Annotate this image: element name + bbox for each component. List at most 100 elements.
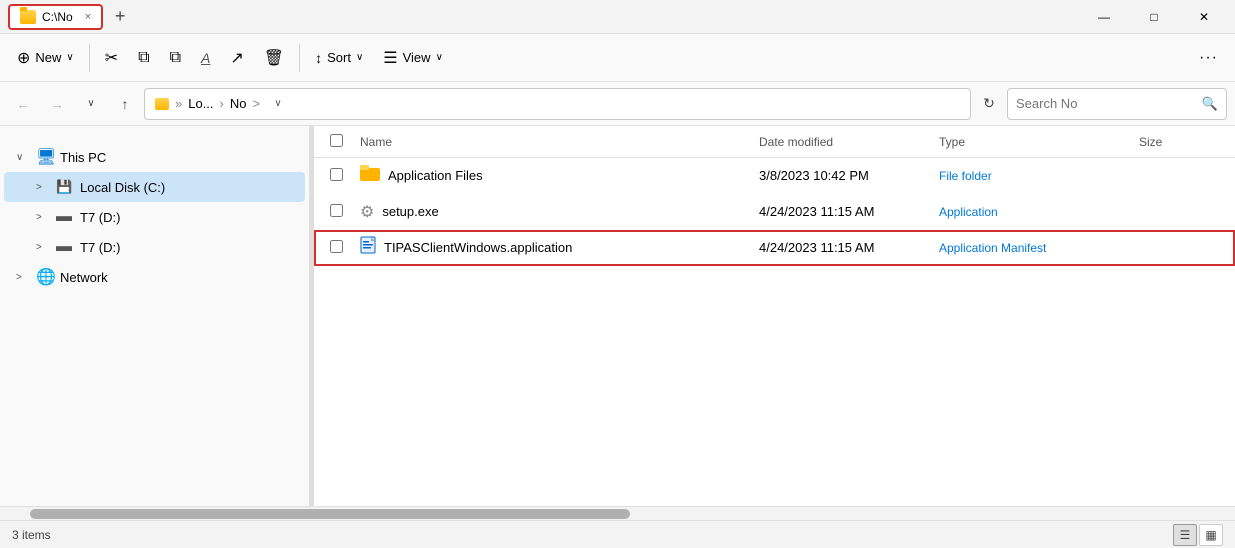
active-tab[interactable]: C:\No × (8, 4, 103, 30)
sidebar-item-t7d[interactable]: >▬T7 (D:) (4, 232, 305, 262)
address-current: No (230, 96, 247, 111)
item-label: T7 (D:) (80, 240, 120, 255)
sidebar-item-localdiskc[interactable]: >💾Local Disk (C:) (4, 172, 305, 202)
file-checkbox[interactable] (330, 240, 343, 253)
file-date: 3/8/2023 10:42 PM (759, 168, 939, 183)
expander-icon: > (16, 272, 30, 283)
file-name-cell: Application Files (360, 165, 759, 186)
search-input[interactable] (1016, 96, 1196, 111)
item-label: T7 (D:) (80, 210, 120, 225)
table-row[interactable]: TIPASClientWindows.application4/24/2023 … (314, 230, 1235, 266)
sidebar-item-network[interactable]: > 🌐 Network (4, 262, 305, 292)
forward-button[interactable]: → (42, 89, 72, 119)
file-name: Application Files (388, 168, 759, 183)
back-button[interactable]: ← (8, 89, 38, 119)
header-checkbox[interactable] (330, 134, 360, 150)
minimize-button[interactable]: — (1081, 2, 1127, 32)
file-checkbox[interactable] (330, 204, 343, 217)
expander-icon: > (36, 212, 50, 223)
main-area: ∨🖥This PC>💾Local Disk (C:)>▬T7 (D:)>▬T7 … (0, 126, 1235, 506)
share-button[interactable]: ↗ (221, 42, 252, 74)
address-folder-icon (155, 98, 169, 110)
item-icon: 🌐 (36, 267, 54, 287)
header-size[interactable]: Size (1139, 135, 1219, 149)
tab-label: C:\No (42, 10, 73, 24)
cut-icon: ✂ (105, 48, 118, 68)
file-name: TIPASClientWindows.application (384, 240, 759, 255)
item-icon: 💾 (56, 179, 74, 195)
up-button[interactable]: ↑ (110, 89, 140, 119)
row-checkbox[interactable] (330, 240, 360, 256)
delete-button[interactable]: 🗑 (255, 42, 293, 74)
nav-bar: ← → ∨ ↑ » Lo... › No > ∨ ↻ 🔍 (0, 82, 1235, 126)
paste-icon: ⧉ (170, 49, 181, 67)
sort-button[interactable]: ↕ Sort ∨ (306, 44, 372, 72)
list-view-button[interactable]: ☰ (1173, 524, 1197, 546)
table-row[interactable]: Application Files3/8/2023 10:42 PMFile f… (314, 158, 1235, 194)
sidebar-item-thispc[interactable]: ∨ 🖥 This PC (4, 142, 305, 172)
items-count: 3 items (12, 528, 51, 542)
file-icon: ⚙ (360, 202, 374, 222)
chevron-down-icon: ∨ (274, 98, 281, 109)
header-name[interactable]: Name (360, 135, 759, 149)
grid-view-button[interactable]: ▦ (1199, 524, 1223, 546)
new-chevron: ∨ (66, 52, 73, 63)
address-dropdown[interactable]: ∨ (268, 94, 288, 114)
search-box[interactable]: 🔍 (1007, 88, 1227, 120)
tab-close-button[interactable]: × (85, 11, 91, 23)
new-label: New (35, 50, 61, 65)
view-button[interactable]: ☰ View ∨ (374, 42, 452, 74)
sidebar-item-t7d[interactable]: >▬T7 (D:) (4, 202, 305, 232)
expander-icon: ∨ (16, 152, 30, 163)
new-icon: ⊕ (17, 48, 30, 68)
rename-button[interactable]: A (192, 44, 219, 72)
new-tab-button[interactable]: + (107, 4, 133, 30)
view-chevron: ∨ (436, 52, 443, 63)
file-name-cell: ⚙ setup.exe (360, 202, 759, 222)
new-button[interactable]: ⊕ New ∨ (8, 42, 83, 74)
file-name-cell: TIPASClientWindows.application (360, 236, 759, 259)
file-type: File folder (939, 169, 1139, 183)
close-button[interactable]: ✕ (1181, 2, 1227, 32)
item-label: Network (60, 270, 108, 285)
refresh-button[interactable]: ↻ (975, 90, 1003, 118)
table-row[interactable]: ⚙setup.exe4/24/2023 11:15 AMApplication (314, 194, 1235, 230)
select-all-checkbox[interactable] (330, 134, 343, 147)
separator-2 (299, 44, 300, 72)
recent-locations-button[interactable]: ∨ (76, 89, 106, 119)
expander-icon: > (36, 242, 50, 253)
sort-icon: ↕ (315, 50, 322, 66)
file-rows: Application Files3/8/2023 10:42 PMFile f… (314, 158, 1235, 266)
paste-button[interactable]: ⧉ (161, 43, 190, 73)
window-controls: — □ ✕ (1081, 2, 1227, 32)
item-icon: 🖥 (36, 147, 54, 167)
grid-view-icon: ▦ (1205, 528, 1216, 542)
cut-button[interactable]: ✂ (96, 42, 127, 74)
row-checkbox[interactable] (330, 204, 360, 220)
file-area: Name Date modified Type Size Application… (314, 126, 1235, 506)
file-name: setup.exe (382, 204, 759, 219)
address-bar[interactable]: » Lo... › No > ∨ (144, 88, 971, 120)
maximize-button[interactable]: □ (1131, 2, 1177, 32)
share-icon: ↗ (230, 48, 243, 68)
sidebar: ∨🖥This PC>💾Local Disk (C:)>▬T7 (D:)>▬T7 … (0, 126, 310, 506)
header-type[interactable]: Type (939, 135, 1139, 149)
delete-icon: 🗑 (264, 48, 284, 68)
up-icon: ↑ (122, 96, 129, 112)
file-checkbox[interactable] (330, 168, 343, 181)
refresh-icon: ↻ (983, 95, 995, 112)
address-gt: > (253, 96, 261, 111)
item-label: This PC (60, 150, 106, 165)
file-type: Application Manifest (939, 241, 1139, 255)
horizontal-scrollbar[interactable] (0, 506, 1235, 520)
expander-icon: > (36, 182, 50, 193)
more-button[interactable]: ··· (1190, 43, 1227, 73)
sidebar-items: ∨🖥This PC>💾Local Disk (C:)>▬T7 (D:)>▬T7 … (0, 142, 309, 292)
file-date: 4/24/2023 11:15 AM (759, 204, 939, 219)
header-date[interactable]: Date modified (759, 135, 939, 149)
file-icon (360, 165, 380, 186)
rename-icon: A (201, 50, 210, 66)
row-checkbox[interactable] (330, 168, 360, 184)
hscroll-thumb[interactable] (30, 509, 630, 519)
copy-button[interactable]: ⧉ (129, 43, 158, 73)
